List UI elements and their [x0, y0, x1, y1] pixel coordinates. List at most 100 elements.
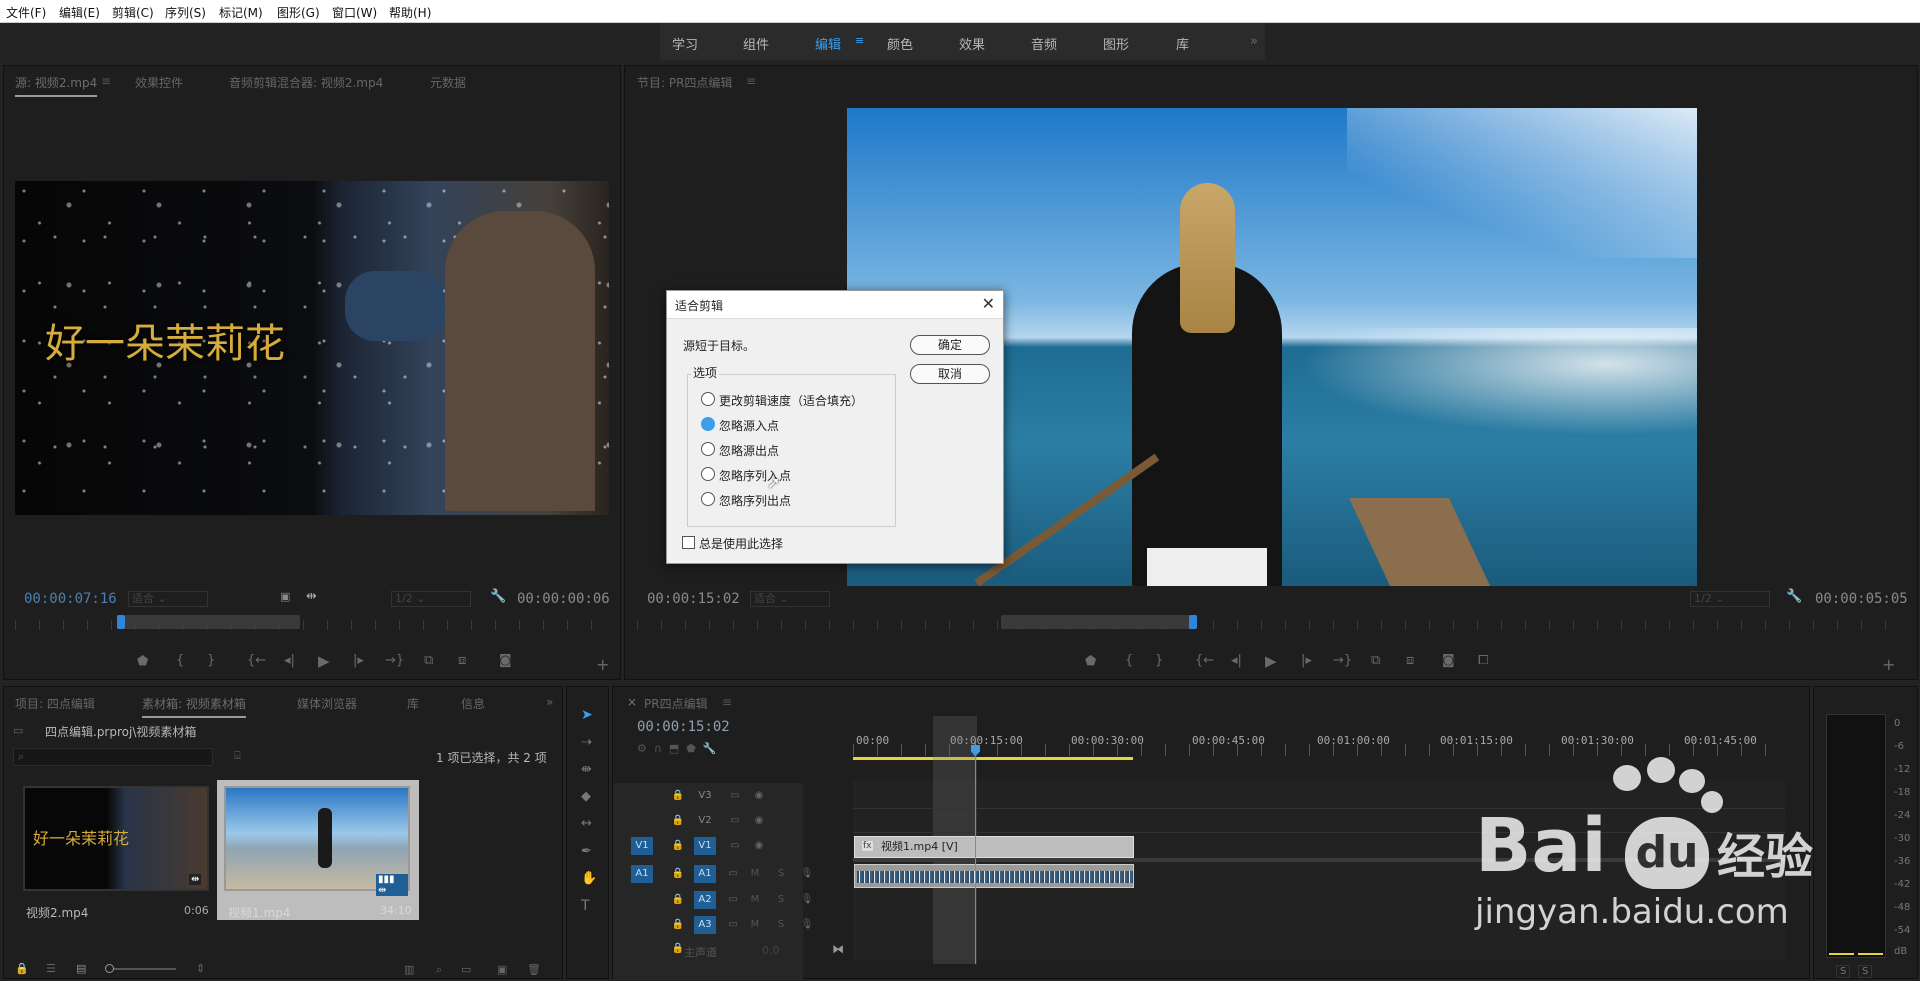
- radio-ignore-source-out[interactable]: [701, 442, 715, 456]
- tab-info[interactable]: 信息: [461, 695, 485, 712]
- tab-program[interactable]: 节目: PR四点编辑: [637, 74, 732, 91]
- razor-tool-icon[interactable]: ◆: [581, 789, 591, 804]
- a1-mute[interactable]: M: [744, 865, 766, 883]
- source-add-button-icon[interactable]: +: [596, 655, 609, 674]
- work-area-bar[interactable]: [853, 757, 1133, 760]
- menu-window[interactable]: 窗口(W): [332, 4, 377, 21]
- program-zoom-bar[interactable]: [1001, 615, 1197, 629]
- tab-media-browser[interactable]: 媒体浏览器: [297, 695, 357, 712]
- program-step-back-icon[interactable]: ◂|: [1231, 653, 1242, 668]
- v2-label[interactable]: V2: [694, 812, 716, 830]
- timeline-menu-icon[interactable]: ≡: [722, 695, 732, 709]
- a2-lock-icon[interactable]: 🔒: [667, 891, 689, 909]
- tab-source[interactable]: 源: 视频2.mp4: [15, 74, 98, 97]
- a2-mute[interactable]: M: [744, 891, 766, 909]
- timeline-playhead[interactable]: [975, 738, 976, 964]
- ripple-edit-tool-icon[interactable]: ⇼: [581, 762, 592, 777]
- new-bin-from-search-icon[interactable]: ⌸: [234, 749, 241, 763]
- export-frame-icon[interactable]: ◙: [499, 653, 512, 668]
- a3-lock-icon[interactable]: 🔒: [667, 916, 689, 934]
- trash-icon[interactable]: 🗑: [527, 963, 541, 976]
- v3-label[interactable]: V3: [694, 787, 716, 805]
- a1-label[interactable]: A1: [694, 865, 716, 883]
- v1-label[interactable]: V1: [694, 837, 716, 855]
- ws-libraries[interactable]: 库: [1176, 34, 1189, 53]
- program-timecode[interactable]: 00:00:15:02: [647, 591, 740, 607]
- v2-sync-icon[interactable]: ▭: [724, 812, 746, 830]
- ws-menu-icon[interactable]: ≡: [855, 34, 864, 47]
- sort-icon[interactable]: ⇕: [196, 962, 205, 975]
- tab-timeline[interactable]: PR四点编辑: [644, 695, 708, 712]
- tab-bin[interactable]: 素材箱: 视频素材箱: [142, 695, 246, 718]
- label-change-speed[interactable]: 更改剪辑速度（适合填充）: [719, 392, 863, 409]
- radio-ignore-seq-in[interactable]: [701, 467, 715, 481]
- v2-eye-icon[interactable]: ◉: [748, 812, 770, 830]
- a1-solo[interactable]: S: [770, 865, 792, 883]
- program-menu-icon[interactable]: ≡: [746, 74, 756, 88]
- v3-eye-icon[interactable]: ◉: [748, 787, 770, 805]
- zoom-slider[interactable]: [105, 964, 176, 973]
- program-add-marker-icon[interactable]: ⬟: [1085, 654, 1096, 669]
- source-zoom-bar[interactable]: [117, 615, 300, 629]
- menu-sequence[interactable]: 序列(S): [165, 4, 206, 21]
- tab-audio-mixer[interactable]: 音频剪辑混合器: 视频2.mp4: [229, 74, 383, 91]
- ws-assembly[interactable]: 组件: [743, 34, 769, 53]
- source-settings-icon[interactable]: 🔧: [490, 589, 506, 604]
- clip-video1-a[interactable]: [854, 864, 1134, 888]
- source-toggle-icon[interactable]: ▣: [280, 590, 290, 603]
- tab-metadata[interactable]: 元数据: [430, 74, 466, 91]
- source-scale-select[interactable]: 1/2 ⌄: [391, 591, 471, 607]
- menu-file[interactable]: 文件(F): [6, 4, 46, 21]
- a2-sync-icon[interactable]: ▭: [722, 891, 744, 909]
- timeline-timecode[interactable]: 00:00:15:02: [637, 719, 730, 735]
- source-timecode[interactable]: 00:00:07:16: [24, 591, 117, 607]
- thumb-video2[interactable]: 好一朵茉莉花 ⇹: [23, 786, 209, 891]
- play-icon[interactable]: ▶: [318, 652, 330, 670]
- timeline-tool-icons[interactable]: ⚙ ∩ ⬒ ⬟ 🔧: [637, 742, 717, 755]
- new-bin-icon[interactable]: ▭: [461, 963, 471, 976]
- zoom-slider-thumb[interactable]: [105, 964, 114, 973]
- overwrite-icon[interactable]: ⧈: [458, 653, 466, 668]
- item-name-video2[interactable]: 视频2.mp4: [26, 904, 88, 921]
- a3-mic-icon[interactable]: 🎙: [796, 916, 818, 934]
- a3-label[interactable]: A3: [694, 916, 716, 934]
- label-ignore-seq-out[interactable]: 忽略序列出点: [719, 492, 791, 509]
- v2-lock-icon[interactable]: 🔒: [667, 812, 689, 830]
- program-add-button-icon[interactable]: +: [1882, 655, 1895, 674]
- selection-tool-icon[interactable]: ➤: [581, 707, 593, 723]
- close-icon[interactable]: ✕: [982, 294, 995, 313]
- step-back-icon[interactable]: ◂|: [284, 653, 295, 668]
- program-play-icon[interactable]: ▶: [1265, 652, 1277, 670]
- type-tool-icon[interactable]: T: [581, 898, 590, 914]
- mark-out-icon[interactable]: }: [207, 653, 215, 668]
- a2-label[interactable]: A2: [694, 891, 716, 909]
- program-scale-select[interactable]: 1/2 ⌄: [1690, 591, 1770, 607]
- tab-menu-icon[interactable]: ≡: [101, 74, 111, 88]
- ws-editing[interactable]: 编辑: [815, 34, 841, 53]
- always-use-label[interactable]: 总是使用此选择: [699, 535, 783, 552]
- a2-mic-icon[interactable]: 🎙: [796, 891, 818, 909]
- menu-edit[interactable]: 编辑(E): [59, 4, 100, 21]
- insert-overwrite-icon[interactable]: ⇹: [306, 589, 317, 604]
- ok-button[interactable]: 确定: [910, 335, 990, 355]
- a1-sync-icon[interactable]: ▭: [722, 865, 744, 883]
- program-fit-select[interactable]: 适合 ⌄: [750, 591, 830, 607]
- program-playhead-handle[interactable]: [1189, 615, 1197, 629]
- hand-tool-icon[interactable]: ✋: [581, 871, 597, 886]
- go-to-out-icon[interactable]: →}: [385, 653, 404, 668]
- mark-in-icon[interactable]: {: [176, 653, 184, 668]
- bin-search-input[interactable]: ⌕: [13, 748, 213, 766]
- menu-help[interactable]: 帮助(H): [389, 4, 431, 21]
- find-icon[interactable]: ⌕: [436, 963, 442, 977]
- source-ruler[interactable]: [15, 620, 609, 630]
- insert-icon[interactable]: ⧉: [424, 653, 433, 668]
- meter-solo-right[interactable]: S: [1858, 965, 1873, 978]
- pen-tool-icon[interactable]: ✒: [581, 844, 592, 859]
- source-fit-select[interactable]: 适合 ⌄: [128, 591, 208, 607]
- a1-mic-icon[interactable]: 🎙: [796, 865, 818, 883]
- menu-clip[interactable]: 剪辑(C): [112, 4, 154, 21]
- v1-sync-icon[interactable]: ▭: [724, 837, 746, 855]
- item-name-video1[interactable]: 视频1.mp4: [228, 904, 290, 921]
- program-go-to-out-icon[interactable]: →}: [1333, 653, 1352, 668]
- a3-solo[interactable]: S: [770, 916, 792, 934]
